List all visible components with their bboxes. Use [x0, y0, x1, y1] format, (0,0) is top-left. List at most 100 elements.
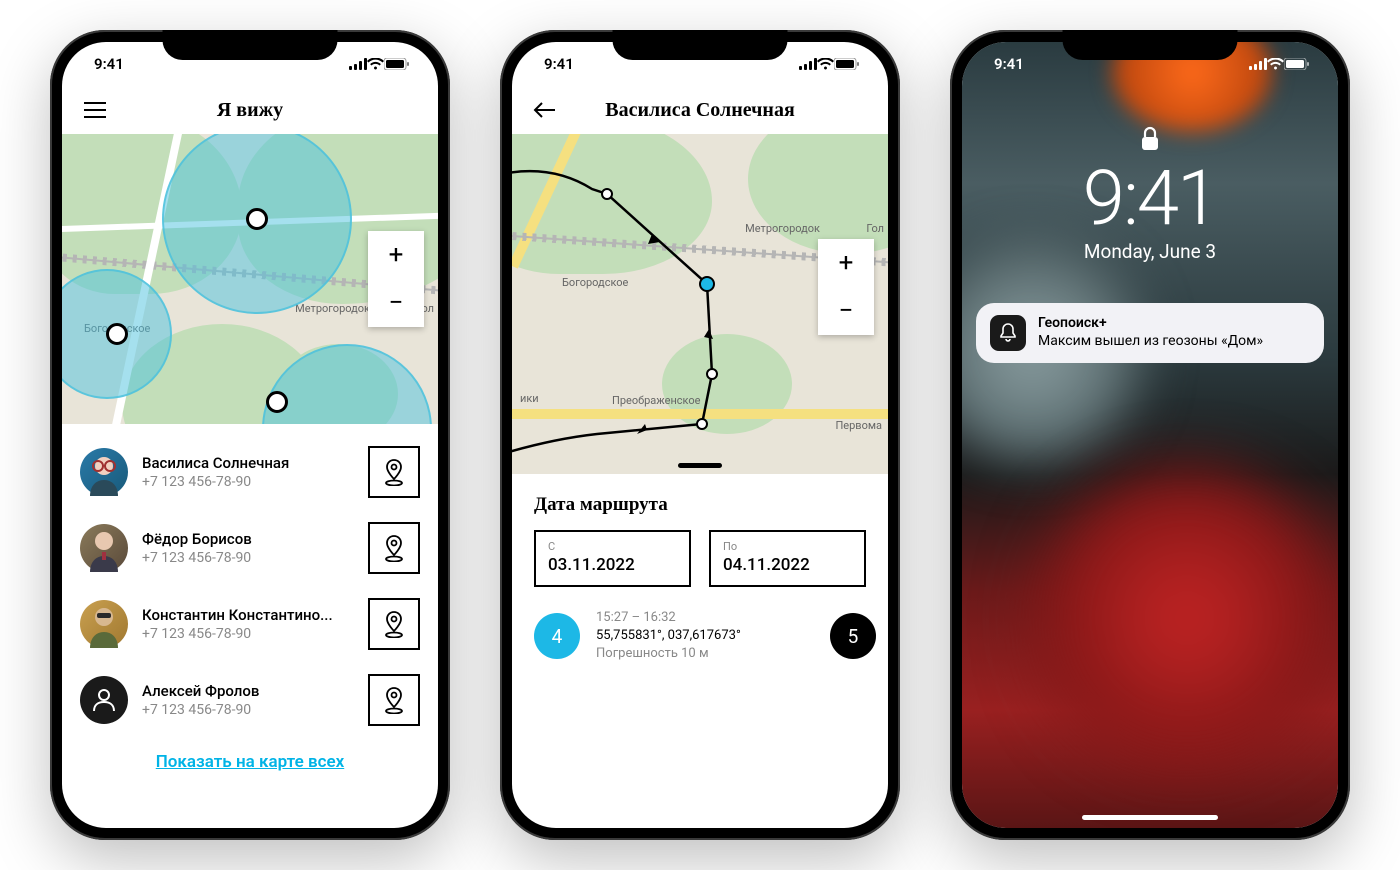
- zoom-out-button[interactable]: −: [368, 279, 424, 327]
- status-icons: [1249, 58, 1310, 70]
- phone-mockup-1: 9:41 Я вижу Богородское Метрогородок Гол: [50, 30, 450, 840]
- map-label: Метрогородок: [745, 222, 820, 235]
- date-from-value: 03.11.2022: [548, 555, 677, 575]
- wifi-icon: [367, 58, 384, 70]
- battery-icon: [384, 58, 410, 70]
- avatar: [80, 448, 128, 496]
- contact-name: Василиса Солнечная: [142, 454, 354, 472]
- route-date-panel: Дата маршрута С 03.11.2022 По 04.11.2022…: [512, 474, 888, 674]
- person-marker[interactable]: [106, 323, 128, 345]
- notification-app-name: Геопоиск+: [1038, 315, 1263, 331]
- locate-button[interactable]: [368, 446, 420, 498]
- route-node[interactable]: [696, 418, 708, 430]
- contact-info: Алексей Фролов +7 123 456-78-90: [142, 682, 354, 718]
- date-to-value: 04.11.2022: [723, 555, 852, 575]
- map-label: ики: [520, 392, 539, 405]
- locate-button[interactable]: [368, 598, 420, 650]
- zoom-in-button[interactable]: +: [818, 239, 874, 287]
- status-time: 9:41: [544, 55, 574, 73]
- contact-row[interactable]: Фёдор Борисов +7 123 456-78-90: [80, 510, 420, 586]
- contact-phone: +7 123 456-78-90: [142, 702, 354, 718]
- screen-route-detail: 9:41 Василиса Солнечная Богородское Метр…: [512, 42, 888, 828]
- nav-bar: Василиса Солнечная: [512, 86, 888, 134]
- battery-icon: [1284, 58, 1310, 70]
- waypoint-accuracy: Погрешность 10 м: [596, 645, 741, 663]
- person-marker[interactable]: [266, 391, 288, 413]
- date-from-label: С: [548, 540, 677, 553]
- waypoint-row[interactable]: 4 15:27 – 16:32 55,755831°, 037,617673° …: [534, 609, 866, 664]
- route-node-current[interactable]: [699, 276, 715, 292]
- screen-contacts-map: 9:41 Я вижу Богородское Метрогородок Гол: [62, 42, 438, 828]
- map-label: Богородское: [562, 276, 628, 289]
- contact-phone: +7 123 456-78-90: [142, 474, 354, 490]
- route-node[interactable]: [601, 188, 613, 200]
- date-to-field[interactable]: По 04.11.2022: [709, 530, 866, 587]
- signal-icon: [1249, 58, 1267, 70]
- contact-row[interactable]: Василиса Солнечная +7 123 456-78-90: [80, 434, 420, 510]
- map-label: Первома: [835, 419, 882, 432]
- pin-icon: [381, 458, 407, 486]
- signal-icon: [799, 58, 817, 70]
- locate-button[interactable]: [368, 674, 420, 726]
- waypoint-time: 15:27 – 16:32: [596, 609, 741, 627]
- contact-name: Константин Константино...: [142, 606, 354, 624]
- wifi-icon: [817, 58, 834, 70]
- avatar: [80, 524, 128, 572]
- avatar: [80, 676, 128, 724]
- contact-info: Константин Константино... +7 123 456-78-…: [142, 606, 354, 642]
- zoom-in-button[interactable]: +: [368, 231, 424, 279]
- phone-mockup-3: 9:41 9:41 Monday, June 3 Геопоиск+ Макси…: [950, 30, 1350, 840]
- contact-info: Василиса Солнечная +7 123 456-78-90: [142, 454, 354, 490]
- home-indicator[interactable]: [1082, 815, 1218, 820]
- date-to-label: По: [723, 540, 852, 553]
- map-label: Гол: [866, 222, 884, 235]
- map-view[interactable]: Богородское Метрогородок Гол Преображенс…: [512, 134, 888, 474]
- nav-bar: Я вижу: [62, 86, 438, 134]
- waypoint-next-badge[interactable]: 5: [830, 613, 876, 659]
- contact-row[interactable]: Алексей Фролов +7 123 456-78-90: [80, 662, 420, 738]
- lock-screen-date: Monday, June 3: [962, 240, 1338, 263]
- contact-row[interactable]: Константин Константино... +7 123 456-78-…: [80, 586, 420, 662]
- hamburger-icon: [84, 102, 106, 118]
- notch: [613, 30, 788, 60]
- lock-screen-time: 9:41: [962, 160, 1338, 236]
- route-node[interactable]: [706, 368, 718, 380]
- contact-name: Фёдор Борисов: [142, 530, 354, 548]
- menu-button[interactable]: [80, 95, 110, 125]
- signal-icon: [349, 58, 367, 70]
- waypoint-info: 15:27 – 16:32 55,755831°, 037,617673° По…: [596, 609, 741, 664]
- lock-screen: 9:41 9:41 Monday, June 3 Геопоиск+ Макси…: [962, 42, 1338, 828]
- map-view[interactable]: Богородское Метрогородок Гол + −: [62, 134, 438, 424]
- person-icon: [91, 687, 117, 713]
- lock-icon: [962, 126, 1338, 156]
- pin-icon: [381, 686, 407, 714]
- waypoint-coords: 55,755831°, 037,617673°: [596, 627, 741, 645]
- phone-mockup-2: 9:41 Василиса Солнечная Богородское Метр…: [500, 30, 900, 840]
- date-range-row: С 03.11.2022 По 04.11.2022: [534, 530, 866, 587]
- page-title: Василиса Солнечная: [605, 99, 795, 122]
- date-from-field[interactable]: С 03.11.2022: [534, 530, 691, 587]
- show-all-on-map-link[interactable]: Показать на карте всех: [80, 738, 420, 786]
- map-label: Преображенское: [612, 394, 700, 407]
- arrow-left-icon: [533, 101, 557, 119]
- person-marker[interactable]: [246, 208, 268, 230]
- contact-phone: +7 123 456-78-90: [142, 626, 354, 642]
- contact-info: Фёдор Борисов +7 123 456-78-90: [142, 530, 354, 566]
- zoom-controls: + −: [368, 231, 424, 327]
- status-time: 9:41: [94, 55, 124, 73]
- notification-text: Геопоиск+ Максим вышел из геозоны «Дом»: [1038, 315, 1263, 349]
- waypoint-badge: 4: [534, 613, 580, 659]
- page-title: Я вижу: [217, 99, 283, 122]
- status-icons: [349, 58, 410, 70]
- battery-icon: [834, 58, 860, 70]
- zoom-out-button[interactable]: −: [818, 287, 874, 335]
- locate-button[interactable]: [368, 522, 420, 574]
- bell-icon: [999, 323, 1017, 343]
- notification-card[interactable]: Геопоиск+ Максим вышел из геозоны «Дом»: [976, 303, 1324, 363]
- notification-app-icon: [990, 315, 1026, 351]
- back-button[interactable]: [530, 95, 560, 125]
- zoom-controls: + −: [818, 239, 874, 335]
- map-label: Метрогородок: [295, 302, 370, 315]
- status-icons: [799, 58, 860, 70]
- panel-grabber[interactable]: [678, 463, 722, 468]
